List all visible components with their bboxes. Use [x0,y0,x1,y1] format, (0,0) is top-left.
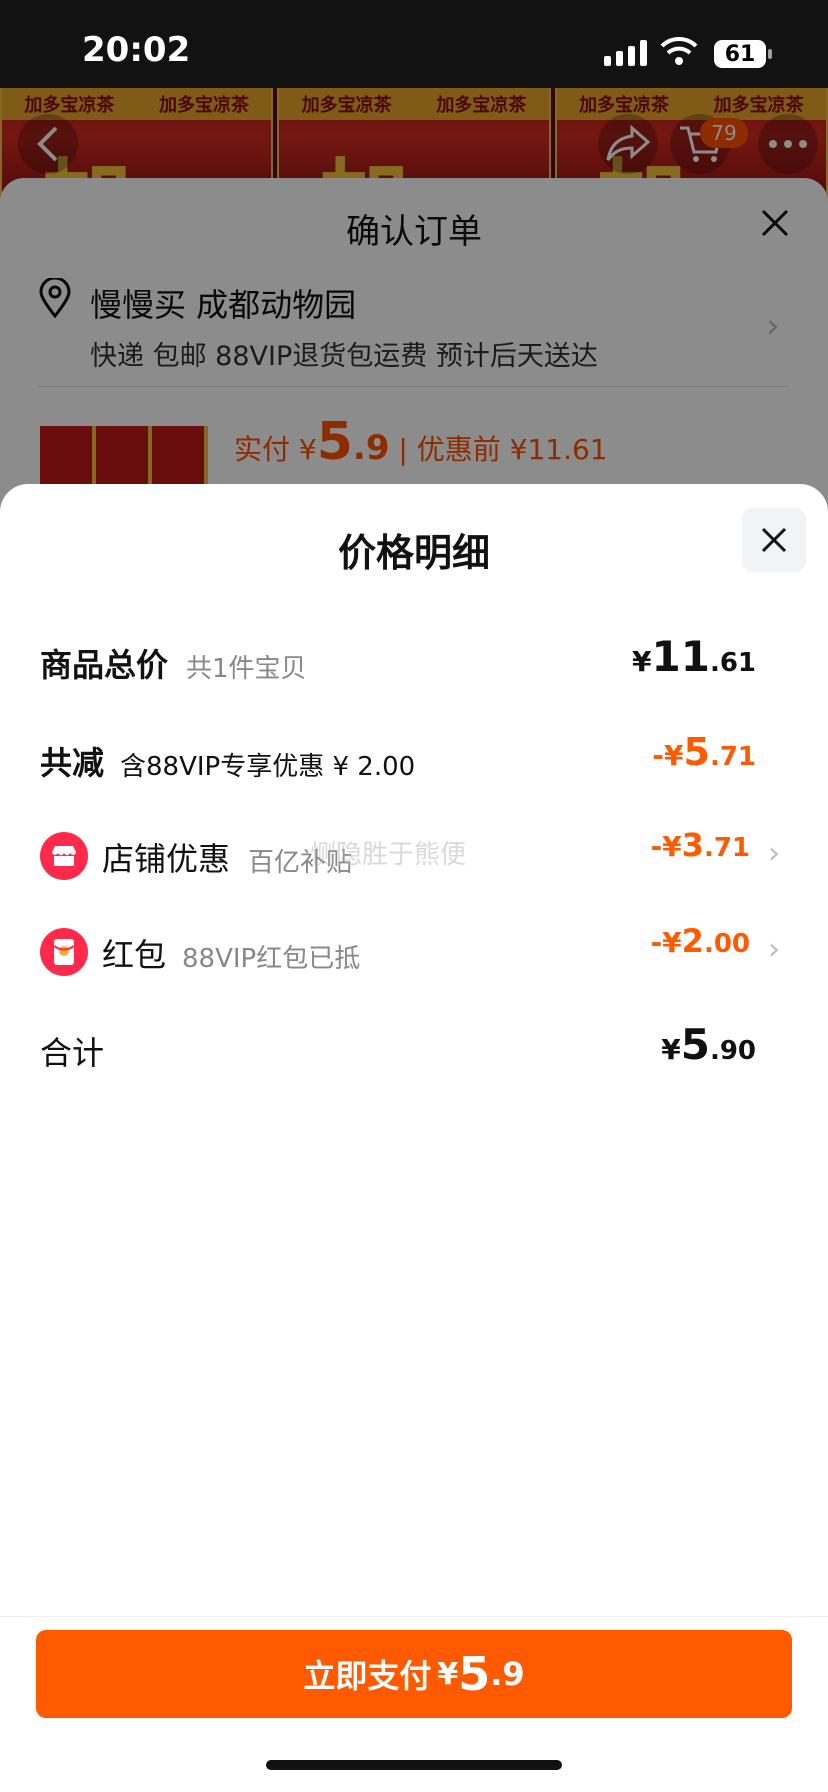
home-indicator[interactable] [266,1760,562,1770]
status-time: 20:02 [82,30,191,70]
amount-dec: .90 [709,1036,756,1066]
chevron-right-icon: › [768,836,780,871]
amount-dec: .71 [709,742,756,772]
amount-currency: -¥ [650,926,682,959]
amount-int: 11 [651,632,710,681]
row-amount: -¥ 5.71 [652,730,756,774]
sheet-title: 价格明细 [337,531,490,575]
pay-button-dec: .9 [490,1655,525,1693]
shop-icon [40,832,88,880]
chevron-right-icon: › [768,932,780,967]
price-row-red-packet[interactable]: 红包 88VIP红包已抵 -¥ 2.00 › [40,922,780,982]
sheet-close-button[interactable] [742,508,806,572]
price-detail-sheet: 价格明细 商品总价 共1件宝贝 ¥11.61 共减 含88VIP专享优惠 ¥ 2… [0,484,828,1792]
amount-int: 5 [680,1020,710,1069]
wifi-icon [660,36,698,65]
battery-icon: 61 [714,40,772,68]
cellular-signal-icon [604,40,647,66]
amount-int: 5 [683,730,710,774]
pay-button-int: 5 [458,1647,491,1701]
row-label: 红包 [102,936,167,974]
amount-dec: .61 [709,648,756,678]
row-sub: 88VIP红包已抵 [182,944,361,974]
row-amount: ¥11.61 [632,632,756,681]
watermark: 恻隐胜于熊便 [310,840,467,870]
pay-button-label: 立即支付 [303,1657,432,1695]
amount-int: 2 [681,922,704,960]
pay-now-button[interactable]: 立即支付 ¥ 5 .9 [36,1630,792,1718]
amount-currency: -¥ [652,739,684,772]
price-row-total-goods: 商品总价 共1件宝贝 ¥11.61 [40,632,756,692]
pay-button-currency: ¥ [437,1656,459,1692]
status-bar: 20:02 61 [0,0,828,88]
row-sub: 共1件宝贝 [186,654,307,684]
amount-currency: ¥ [661,1033,681,1066]
amount-dec: .71 [703,833,750,863]
amount-dec: .00 [703,929,750,959]
row-label: 商品总价 [40,646,169,684]
row-label: 共减 [40,744,105,782]
row-label: 合计 [40,1034,105,1072]
red-packet-icon [40,928,88,976]
row-amount: -¥ 2.00 [651,922,750,960]
close-icon [761,527,787,553]
row-label: 店铺优惠 [102,840,231,878]
amount-currency: -¥ [650,830,682,863]
price-row-grand-total: 合计 ¥5.90 [40,1020,756,1080]
amount-int: 3 [681,826,704,864]
amount-currency: ¥ [632,645,652,678]
row-amount: ¥5.90 [661,1020,756,1069]
row-sub: 含88VIP专享优惠 ¥ 2.00 [120,752,416,782]
price-row-total-discount: 共减 含88VIP专享优惠 ¥ 2.00 -¥ 5.71 [40,730,756,790]
row-amount: -¥ 3.71 [651,826,750,864]
divider [0,1616,828,1617]
